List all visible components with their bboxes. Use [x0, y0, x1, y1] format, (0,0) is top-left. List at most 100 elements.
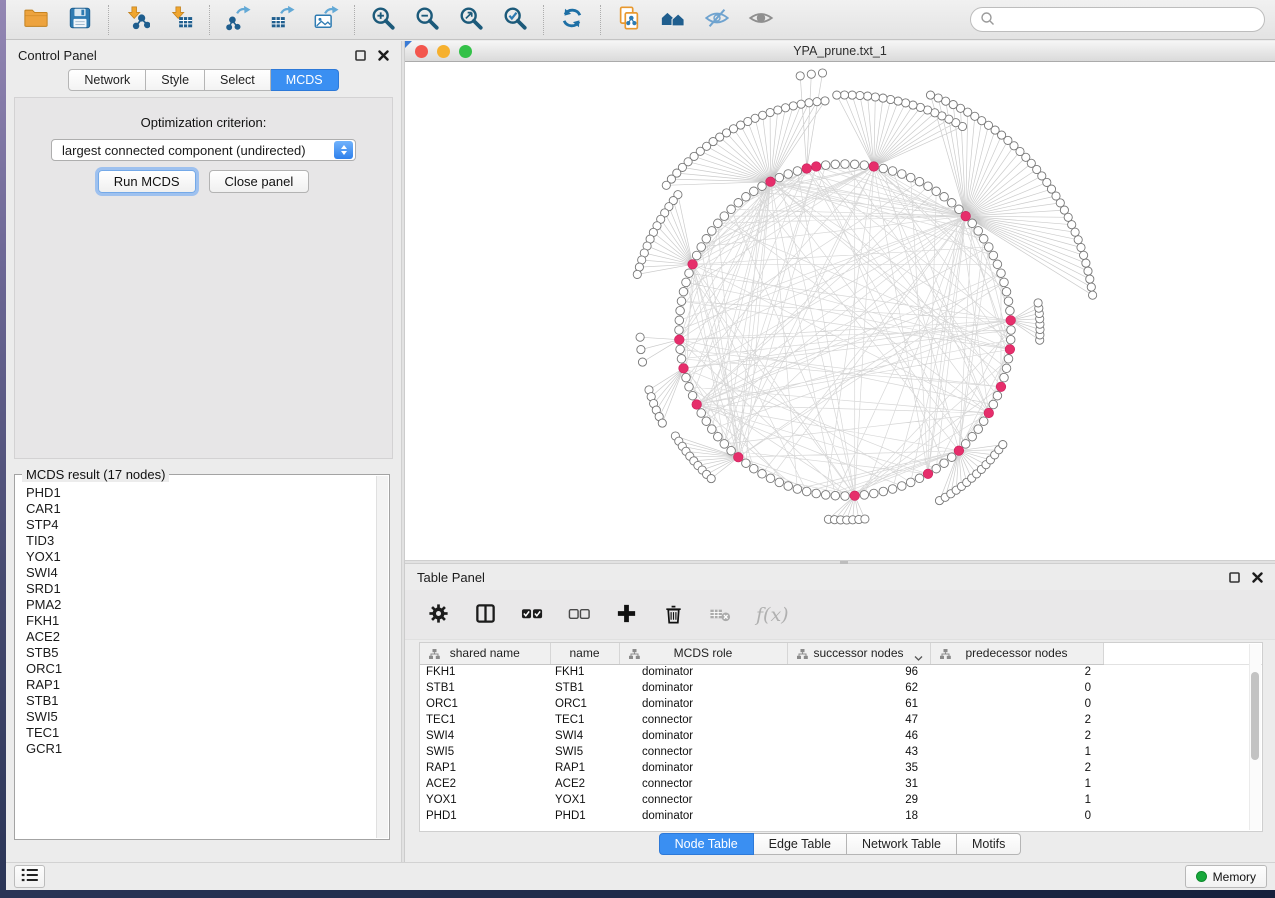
graph-leaf-node[interactable]: [658, 419, 666, 427]
graph-node[interactable]: [750, 187, 759, 196]
graph-leaf-node[interactable]: [759, 111, 767, 119]
trash-button[interactable]: [662, 602, 685, 628]
first-neighbors-button[interactable]: [657, 4, 689, 36]
graph-node[interactable]: [831, 491, 840, 500]
graph-node[interactable]: [784, 482, 793, 491]
graph-node[interactable]: [708, 227, 717, 236]
graph-leaf-node[interactable]: [848, 91, 856, 99]
graph-node[interactable]: [955, 205, 964, 214]
graph-leaf-node[interactable]: [707, 475, 715, 483]
mcds-result-item[interactable]: RAP1: [26, 677, 376, 693]
graph-leaf-node[interactable]: [909, 101, 917, 109]
graph-leaf-node[interactable]: [1034, 299, 1042, 307]
graph-node[interactable]: [688, 391, 697, 400]
zoom-in-button[interactable]: [367, 4, 399, 36]
window-minimize-light[interactable]: [437, 45, 450, 58]
graph-node[interactable]: [742, 193, 751, 202]
graph-leaf-node[interactable]: [807, 70, 815, 78]
mcds-result-item[interactable]: STB5: [26, 645, 376, 661]
graph-node[interactable]: [750, 464, 759, 473]
graph-leaf-node[interactable]: [887, 95, 895, 103]
graph-node[interactable]: [974, 425, 983, 434]
graph-node[interactable]: [675, 326, 684, 335]
graph-leaf-node[interactable]: [856, 91, 864, 99]
graph-leaf-node[interactable]: [821, 97, 829, 105]
mcds-result-item[interactable]: STB1: [26, 693, 376, 709]
graph-leaf-node[interactable]: [637, 346, 645, 354]
graph-node[interactable]: [775, 173, 784, 182]
graph-node[interactable]: [758, 470, 767, 479]
graph-leaf-node[interactable]: [774, 106, 782, 114]
graph-node[interactable]: [812, 489, 821, 498]
tab-select[interactable]: Select: [205, 69, 271, 91]
table-row[interactable]: PHD1PHD1dominator180: [420, 808, 1262, 824]
graph-node[interactable]: [997, 269, 1006, 278]
graph-node[interactable]: [676, 306, 685, 315]
graph-node[interactable]: [906, 173, 915, 182]
graph-leaf-node[interactable]: [840, 91, 848, 99]
table-row[interactable]: YOX1YOX1connector291: [420, 792, 1262, 808]
graph-hub-node[interactable]: [811, 162, 821, 172]
graph-leaf-node[interactable]: [638, 358, 646, 366]
graph-node[interactable]: [860, 491, 869, 500]
network-canvas[interactable]: [405, 62, 1275, 560]
copy-network-button[interactable]: [613, 4, 645, 36]
close-panel-icon[interactable]: [1252, 572, 1263, 583]
criterion-dropdown[interactable]: largest connected component (undirected): [51, 139, 356, 161]
graph-node[interactable]: [989, 251, 998, 260]
table-row[interactable]: FKH1FKH1dominator962: [420, 664, 1262, 680]
graph-leaf-node[interactable]: [781, 104, 789, 112]
graph-node[interactable]: [676, 345, 685, 354]
save-button[interactable]: [64, 4, 96, 36]
table-scrollbar-thumb[interactable]: [1251, 672, 1259, 760]
graph-leaf-node[interactable]: [796, 72, 804, 80]
graph-node[interactable]: [841, 492, 850, 501]
graph-node[interactable]: [821, 161, 830, 170]
mcds-result-item[interactable]: SRD1: [26, 581, 376, 597]
graph-node[interactable]: [793, 485, 802, 494]
mcds-result-item[interactable]: GCR1: [26, 741, 376, 757]
add-button[interactable]: [615, 602, 638, 628]
graph-leaf-node[interactable]: [1086, 275, 1094, 283]
graph-leaf-node[interactable]: [861, 515, 869, 523]
graph-node[interactable]: [1004, 297, 1013, 306]
graph-hub-node[interactable]: [766, 177, 776, 187]
float-panel-icon[interactable]: [355, 50, 366, 61]
graph-hub-node[interactable]: [734, 452, 744, 462]
mcds-result-item[interactable]: PHD1: [26, 485, 376, 501]
mcds-result-scrollbar[interactable]: [376, 476, 388, 838]
search-box[interactable]: [970, 7, 1265, 32]
graph-node[interactable]: [677, 355, 686, 364]
export-image-button[interactable]: [310, 4, 342, 36]
column-header-successor-nodes[interactable]: successor nodes: [787, 643, 930, 664]
graph-leaf-node[interactable]: [894, 97, 902, 105]
mcds-result-item[interactable]: TID3: [26, 533, 376, 549]
graph-node[interactable]: [727, 446, 736, 455]
table-row[interactable]: RAP1RAP1dominator352: [420, 760, 1262, 776]
graph-leaf-node[interactable]: [1068, 221, 1076, 229]
graph-node[interactable]: [841, 160, 850, 169]
graph-node[interactable]: [677, 297, 686, 306]
graph-node[interactable]: [932, 187, 941, 196]
search-input[interactable]: [1001, 12, 1255, 27]
tab-style[interactable]: Style: [146, 69, 205, 91]
graph-node[interactable]: [708, 425, 717, 434]
graph-node[interactable]: [906, 478, 915, 487]
graph-node[interactable]: [1004, 355, 1013, 364]
export-network-button[interactable]: [222, 4, 254, 36]
mcds-result-item[interactable]: FKH1: [26, 613, 376, 629]
graph-node[interactable]: [692, 251, 701, 260]
graph-node[interactable]: [979, 235, 988, 244]
graph-node[interactable]: [915, 177, 924, 186]
graph-node[interactable]: [1000, 278, 1009, 287]
graph-node[interactable]: [802, 487, 811, 496]
close-panel-icon[interactable]: [378, 50, 389, 61]
tab-network-table[interactable]: Network Table: [847, 833, 957, 855]
graph-leaf-node[interactable]: [949, 101, 957, 109]
graph-node[interactable]: [758, 182, 767, 191]
graph-node[interactable]: [888, 485, 897, 494]
graph-node[interactable]: [682, 278, 691, 287]
graph-node[interactable]: [1000, 373, 1009, 382]
close-panel-button[interactable]: Close panel: [209, 170, 310, 193]
graph-hub-node[interactable]: [850, 491, 860, 501]
